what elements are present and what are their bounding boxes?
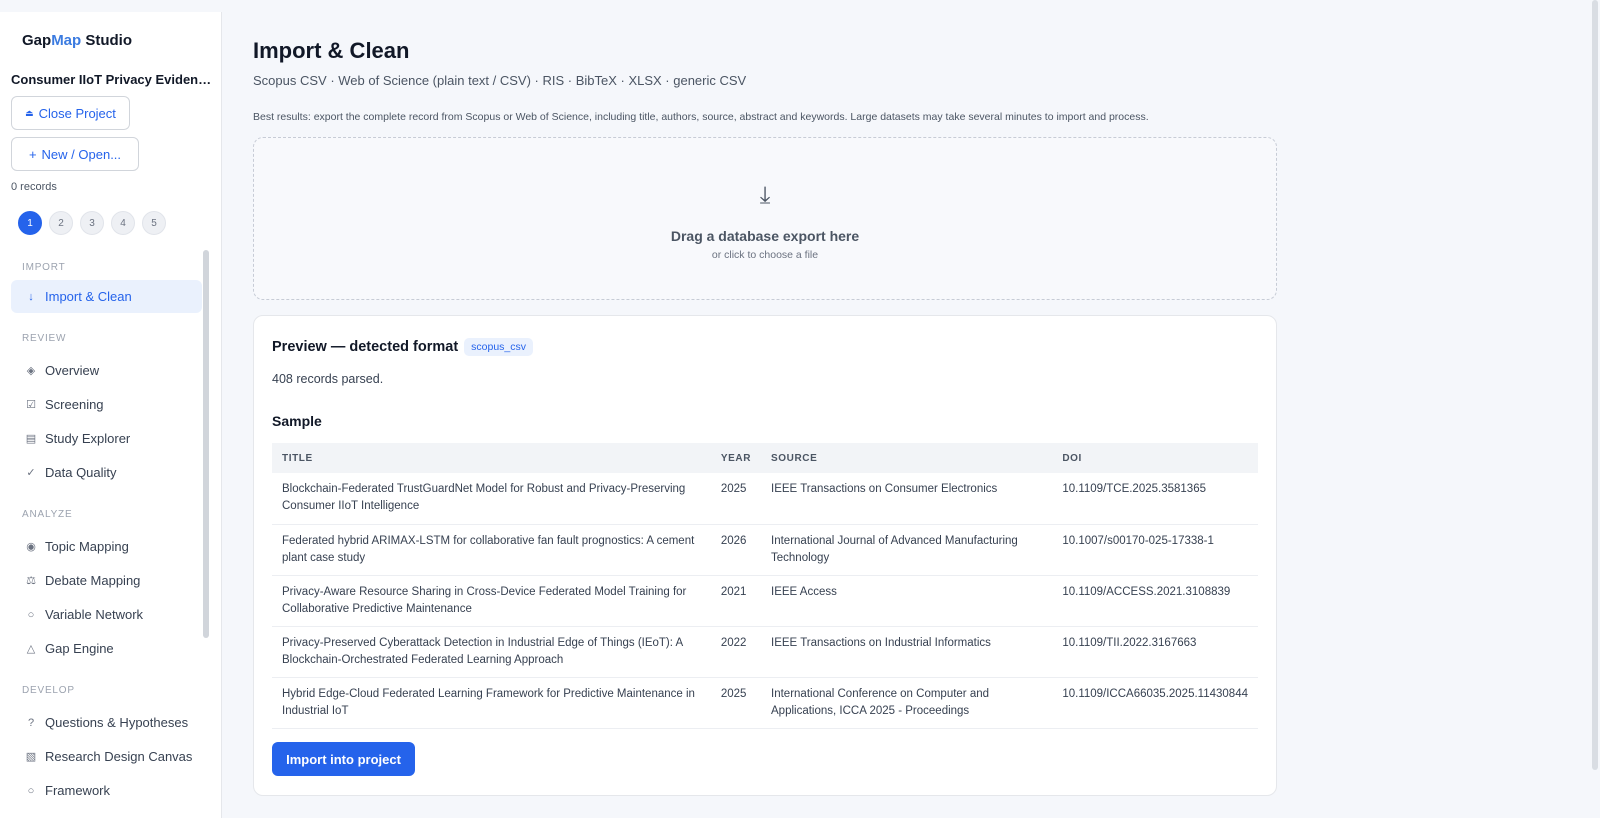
sidebar-item-framework[interactable]: ○ Framework: [11, 774, 202, 807]
nav-section-develop: DEVELOP: [22, 685, 75, 696]
canvas-icon: ▧: [25, 751, 37, 763]
scales-icon: ⚖: [26, 575, 36, 587]
cell-year: 2022: [710, 626, 762, 678]
plus-icon: +: [28, 146, 37, 162]
step-2[interactable]: 2: [49, 211, 73, 235]
app-brand: GapMap Studio: [22, 32, 133, 49]
checkbox-icon: ☑: [26, 399, 36, 411]
sidebar-scrollbar[interactable]: [203, 250, 209, 638]
cell-doi: 10.1109/ICCA66035.2025.11430844: [1052, 677, 1258, 729]
page-title: Import & Clean: [253, 38, 410, 63]
sidebar-item-research-design-canvas[interactable]: ▧ Research Design Canvas: [11, 740, 202, 773]
sidebar-item-debate-mapping[interactable]: ⚖ Debate Mapping: [11, 564, 202, 597]
window-scrollbar[interactable]: [1592, 0, 1598, 770]
column-header-title: TITLE: [272, 443, 711, 473]
download-arrow-icon: ↓: [28, 290, 34, 303]
close-project-button[interactable]: ⏏ Close Project: [11, 96, 130, 130]
cell-doi: 10.1007/s00170-025-17338-1: [1052, 524, 1258, 576]
cell-source: IEEE Transactions on Industrial Informat…: [761, 626, 1053, 678]
sidebar-item-overview[interactable]: ◈ Overview: [11, 354, 202, 387]
circle-outline-icon: ○: [27, 784, 35, 797]
cell-source: International Conference on Computer and…: [761, 677, 1053, 729]
table-row: Privacy-Aware Resource Sharing in Cross-…: [272, 575, 1258, 627]
table-row: Federated hybrid ARIMAX-LSTM for collabo…: [272, 524, 1258, 576]
diamond-icon: ◈: [26, 365, 36, 377]
sidebar-nav: IMPORT ↓ Import & Clean REVIEW ◈ Overvie…: [0, 252, 205, 807]
cell-doi: 10.1109/ACCESS.2021.3108839: [1052, 575, 1258, 627]
records-count: 0 records: [11, 181, 57, 193]
table-row: Blockchain-Federated TrustGuardNet Model…: [272, 473, 1258, 525]
sidebar-item-gap-engine[interactable]: △ Gap Engine: [11, 632, 202, 665]
sidebar-item-study-explorer[interactable]: ▤ Study Explorer: [11, 422, 202, 455]
column-header-doi: DOI: [1052, 443, 1258, 473]
sidebar-item-screening[interactable]: ☑ Screening: [11, 388, 202, 421]
step-5[interactable]: 5: [142, 211, 166, 235]
format-badge: scopus_csv: [464, 338, 534, 356]
sample-table: TITLE YEAR SOURCE DOI Blockchain-Federat…: [272, 443, 1258, 729]
nav-section-review: REVIEW: [22, 333, 67, 344]
step-3[interactable]: 3: [80, 211, 104, 235]
preview-panel: Preview — detected format scopus_csv 408…: [253, 315, 1277, 796]
eject-icon: ⏏: [25, 107, 34, 118]
cell-year: 2025: [710, 473, 762, 525]
table-row: Hybrid Edge-Cloud Federated Learning Fra…: [272, 677, 1258, 729]
target-icon: ◉: [26, 541, 36, 553]
import-hint: Best results: export the complete record…: [253, 111, 1149, 123]
step-4[interactable]: 4: [111, 211, 135, 235]
circle-icon: ○: [27, 608, 35, 621]
cell-title: Privacy-Aware Resource Sharing in Cross-…: [272, 575, 711, 627]
preview-header: Preview — detected format scopus_csv: [272, 338, 534, 356]
preview-title: Preview — detected format: [272, 339, 459, 355]
step-indicator: 1 2 3 4 5: [18, 211, 166, 235]
sidebar-item-variable-network[interactable]: ○ Variable Network: [11, 598, 202, 631]
parsed-count: 408 records parsed.: [272, 372, 384, 386]
cell-source: IEEE Transactions on Consumer Electronic…: [761, 473, 1053, 525]
cell-year: 2026: [710, 524, 762, 576]
sidebar-item-questions-hypotheses[interactable]: ? Questions & Hypotheses: [11, 706, 202, 739]
nav-section-import: IMPORT: [22, 262, 66, 273]
column-header-year: YEAR: [710, 443, 762, 473]
sidebar-item-data-quality[interactable]: ✓ Data Quality: [11, 456, 202, 489]
cell-title: Privacy-Preserved Cyberattack Detection …: [272, 626, 711, 678]
sidebar-item-topic-mapping[interactable]: ◉ Topic Mapping: [11, 530, 202, 563]
download-arrow-icon: ⤓: [759, 182, 771, 209]
sidebar: GapMap Studio Consumer IIoT Privacy Evid…: [0, 12, 222, 818]
table-icon: ▤: [25, 433, 37, 445]
nav-section-analyze: ANALYZE: [22, 509, 73, 520]
cell-doi: 10.1109/TCE.2025.3581365: [1052, 473, 1258, 525]
file-dropzone[interactable]: ⤓ Drag a database export here or click t…: [253, 137, 1277, 300]
step-1[interactable]: 1: [18, 211, 42, 235]
cell-source: IEEE Access: [761, 575, 1053, 627]
warning-triangle-icon: △: [26, 643, 36, 655]
table-header-row: TITLE YEAR SOURCE DOI: [272, 443, 1258, 473]
column-header-source: SOURCE: [761, 443, 1053, 473]
cell-year: 2025: [710, 677, 762, 729]
sample-heading: Sample: [272, 413, 322, 429]
question-icon: ?: [27, 716, 35, 729]
table-row: Privacy-Preserved Cyberattack Detection …: [272, 626, 1258, 678]
dropzone-title: Drag a database export here: [670, 228, 860, 244]
dropzone-subtitle: or click to choose a file: [711, 249, 819, 261]
check-icon: ✓: [26, 467, 36, 479]
new-open-button[interactable]: + New / Open...: [11, 137, 139, 171]
project-name: Consumer IIoT Privacy Evidence ...: [11, 72, 216, 87]
cell-source: International Journal of Advanced Manufa…: [761, 524, 1053, 576]
cell-title: Hybrid Edge-Cloud Federated Learning Fra…: [272, 677, 711, 729]
sidebar-item-import-clean[interactable]: ↓ Import & Clean: [11, 280, 202, 313]
cell-title: Blockchain-Federated TrustGuardNet Model…: [272, 473, 711, 525]
supported-formats: Scopus CSV · Web of Science (plain text …: [253, 73, 747, 88]
cell-title: Federated hybrid ARIMAX-LSTM for collabo…: [272, 524, 711, 576]
cell-year: 2021: [710, 575, 762, 627]
import-into-project-button[interactable]: Import into project: [272, 742, 415, 776]
cell-doi: 10.1109/TII.2022.3167663: [1052, 626, 1258, 678]
